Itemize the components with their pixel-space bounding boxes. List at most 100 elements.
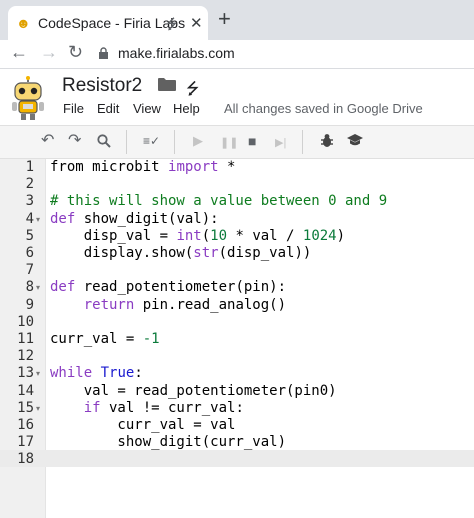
reload-button[interactable]: ↻ xyxy=(68,42,83,63)
app-header: Resistor2 ⭍ File Edit View Help All chan… xyxy=(0,69,474,126)
code-token: ) xyxy=(336,227,346,244)
line-number: 9 xyxy=(25,296,34,313)
line-number: 17 xyxy=(17,434,34,451)
code-line[interactable]: # this will show a value between 0 and 9 xyxy=(50,193,387,210)
code-token: disp_val = xyxy=(50,227,177,244)
code-token: def xyxy=(50,210,76,227)
menu-file[interactable]: File xyxy=(63,101,84,116)
pause-icon[interactable]: ❚❚ xyxy=(220,134,238,152)
line-number: 16 xyxy=(17,417,34,433)
code-token: pin.read_analog() xyxy=(134,296,287,313)
code-line[interactable]: val = read_potentiometer(pin0) xyxy=(50,383,337,400)
line-number: 3 xyxy=(25,193,34,210)
code-line[interactable]: from microbit import * xyxy=(50,159,235,176)
code-token: val != curr_val: xyxy=(100,399,244,416)
code-token: show_digit(curr_val) xyxy=(50,434,287,451)
code-token: while xyxy=(50,365,93,382)
fold-arrow-icon[interactable]: ▾ xyxy=(36,279,40,296)
debug-bug-icon[interactable] xyxy=(320,133,334,153)
code-token: 10 xyxy=(210,227,228,244)
code-line[interactable]: curr_val = val xyxy=(50,417,235,434)
code-token: : xyxy=(134,365,143,382)
code-token: int xyxy=(176,227,202,244)
code-token: if xyxy=(83,399,101,416)
code-line[interactable]: curr_val = -1 xyxy=(50,331,160,348)
browser-tab[interactable]: ☻ CodeSpace - Firia Labs ⭍ ✕ xyxy=(8,6,208,40)
code-token: import xyxy=(168,159,219,175)
code-line[interactable]: while True: xyxy=(50,365,143,382)
back-button[interactable]: ← xyxy=(10,42,28,63)
graduation-cap-icon[interactable] xyxy=(347,134,363,152)
code-token: return xyxy=(83,296,135,313)
folder-icon[interactable] xyxy=(158,77,176,91)
code-token: # this will show a value between 0 and 9 xyxy=(50,193,388,210)
toolbar-divider xyxy=(302,130,303,154)
code-line[interactable]: def read_potentiometer(pin): xyxy=(50,279,286,296)
code-token: val = read_potentiometer(pin0) xyxy=(50,382,337,399)
close-tab-icon[interactable]: ✕ xyxy=(190,14,203,32)
line-number: 5 xyxy=(25,227,34,244)
line-number: 14 xyxy=(17,382,34,399)
line-number: 10 xyxy=(17,313,34,330)
menu-view[interactable]: View xyxy=(133,101,161,116)
menu-help[interactable]: Help xyxy=(173,101,200,116)
url-field[interactable]: make.firialabs.com xyxy=(118,45,235,61)
editor-toolbar: ↶ ↷ ≡✓ ▶ ❚❚ ■ ▶| xyxy=(0,126,474,159)
document-title[interactable]: Resistor2 xyxy=(62,75,142,97)
fold-arrow-icon[interactable]: ▾ xyxy=(36,400,40,417)
step-icon[interactable]: ▶| xyxy=(275,134,286,152)
menu-edit[interactable]: Edit xyxy=(97,101,119,116)
toolbar-divider xyxy=(126,130,127,154)
line-number: 12 xyxy=(17,348,34,365)
code-token: * val / xyxy=(227,227,303,244)
line-number: 15 xyxy=(17,399,34,416)
line-number: 8 xyxy=(25,279,34,296)
line-number: 11 xyxy=(17,331,34,347)
code-token: * xyxy=(218,159,236,175)
fold-arrow-icon[interactable]: ▾ xyxy=(36,211,40,228)
code-token: display.show( xyxy=(50,245,194,261)
fold-arrow-icon[interactable]: ▾ xyxy=(36,365,40,382)
new-tab-button[interactable]: + xyxy=(218,8,231,30)
code-token: curr_val = val xyxy=(50,417,236,433)
code-token: True xyxy=(100,365,135,382)
check-code-icon[interactable]: ≡✓ xyxy=(143,132,160,150)
code-token: read_potentiometer(pin): xyxy=(75,279,287,296)
toolbar-divider xyxy=(174,130,175,154)
stop-icon[interactable]: ■ xyxy=(248,132,256,150)
address-bar-row: ← → ↻ make.firialabs.com xyxy=(0,40,474,69)
line-number: 4 xyxy=(25,210,34,227)
lock-icon xyxy=(99,47,108,59)
tab-title: CodeSpace - Firia Labs xyxy=(38,15,186,31)
code-token: -1 xyxy=(142,331,160,347)
line-number: 2 xyxy=(25,176,34,193)
active-line-highlight xyxy=(0,450,474,467)
code-line[interactable]: def show_digit(val): xyxy=(50,211,219,228)
undo-icon[interactable]: ↶ xyxy=(41,132,54,150)
line-number: 18 xyxy=(17,451,34,468)
line-number: 13 xyxy=(17,365,34,382)
usb-indicator-icon: ⭍ xyxy=(166,16,178,32)
firia-favicon-icon: ☻ xyxy=(16,15,31,31)
code-token: curr_val = xyxy=(50,331,143,347)
code-line[interactable]: show_digit(curr_val) xyxy=(50,434,286,451)
code-line[interactable]: disp_val = int(10 * val / 1024) xyxy=(50,228,345,245)
run-icon[interactable]: ▶ xyxy=(193,132,203,150)
code-line[interactable]: if val != curr_val: xyxy=(50,400,244,417)
code-line[interactable]: return pin.read_analog() xyxy=(50,297,286,314)
line-number: 6 xyxy=(25,245,34,261)
redo-icon[interactable]: ↷ xyxy=(68,132,81,150)
code-editor[interactable]: 1 from microbit import * 2 3 # this will sho… xyxy=(0,159,474,518)
code-token: (disp_val)) xyxy=(218,245,312,261)
forward-button[interactable]: → xyxy=(40,42,58,63)
line-number: 7 xyxy=(25,262,34,279)
code-token: ( xyxy=(201,227,211,244)
code-token: show_digit(val): xyxy=(75,210,219,227)
code-token: 1024 xyxy=(302,227,337,244)
code-line[interactable]: display.show(str(disp_val)) xyxy=(50,245,312,262)
search-icon[interactable] xyxy=(97,134,111,153)
codebot-logo-icon xyxy=(12,76,44,120)
